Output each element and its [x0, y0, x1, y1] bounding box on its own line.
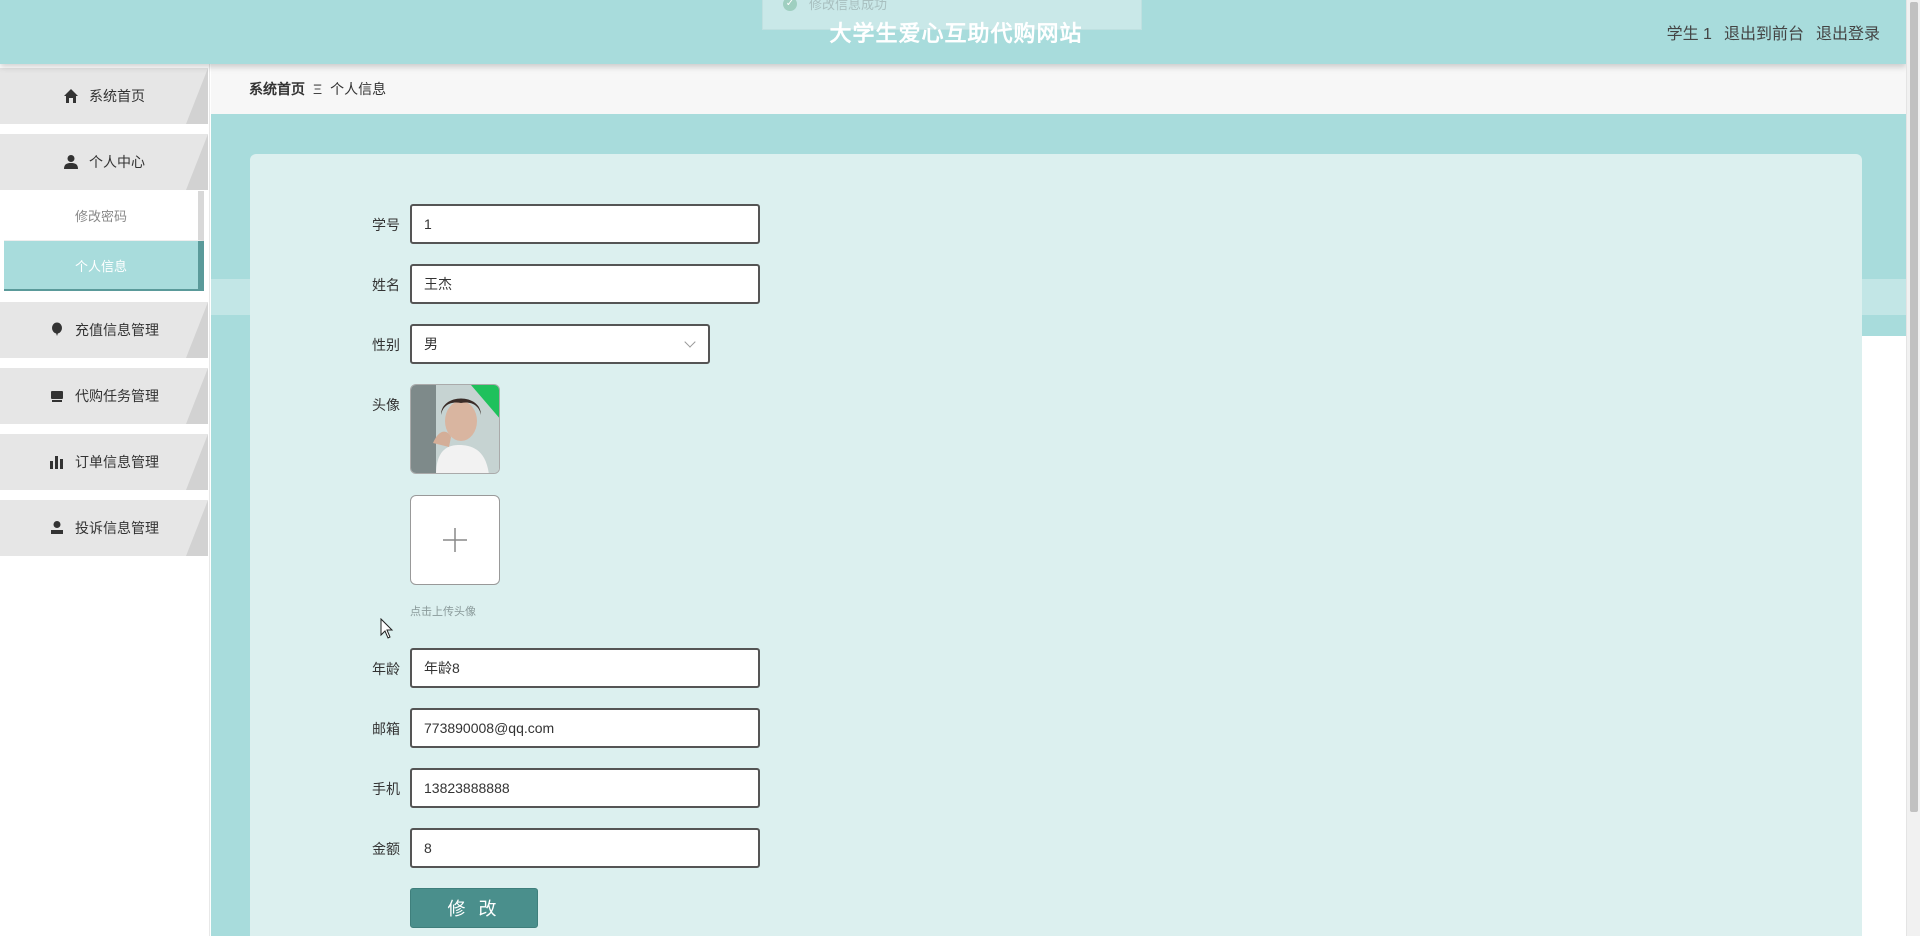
email-input[interactable]: 773890008@qq.com	[410, 708, 760, 748]
balance-label: 金额	[372, 841, 400, 857]
sidebar-subitem-label: 修改密码	[74, 209, 127, 224]
user-icon	[64, 155, 78, 169]
chevron-down-icon	[684, 336, 696, 348]
check-circle-icon: ✓	[783, 0, 797, 11]
age-label: 年龄	[372, 661, 400, 677]
breadcrumb-current: 个人信息	[330, 81, 387, 97]
sidebar-item-home[interactable]: 系统首页	[0, 68, 208, 124]
phone-input[interactable]: 13823888888	[410, 768, 760, 808]
gender-label: 性别	[372, 337, 400, 353]
avatar-image	[410, 384, 500, 474]
gender-select[interactable]: 男	[410, 324, 710, 364]
person-icon	[51, 521, 63, 534]
site-title: 大学生爱心互助代购网站	[829, 21, 1083, 46]
toast-message: 修改信息成功	[809, 0, 888, 12]
age-input[interactable]: 年龄8	[410, 648, 760, 688]
current-user: 学生 1	[1666, 26, 1712, 43]
balloon-icon	[52, 322, 62, 336]
back-to-front-link[interactable]: 退出到前台	[1724, 20, 1804, 44]
phone-label: 手机	[372, 781, 400, 797]
home-icon	[64, 89, 78, 103]
sidebar-item-orders[interactable]: 订单信息管理	[0, 434, 208, 490]
scrollbar-thumb[interactable]	[1910, 2, 1918, 812]
sidebar-item-personal-center[interactable]: 个人中心	[0, 134, 208, 190]
bar-chart-icon	[50, 456, 63, 469]
student-id-label: 学号	[372, 217, 400, 233]
avatar-label: 头像	[372, 397, 400, 413]
sidebar: 系统首页 个人中心 修改密码 个人信息 充值信息管理 代购任务管理 订单信息管理	[0, 64, 210, 936]
email-label: 邮箱	[372, 721, 400, 737]
sidebar-item-label: 订单信息管理	[75, 454, 159, 470]
name-input[interactable]: 王杰	[410, 264, 760, 304]
gender-value: 男	[424, 336, 438, 352]
sidebar-item-label: 系统首页	[89, 88, 145, 104]
sidebar-item-purchase-tasks[interactable]: 代购任务管理	[0, 368, 208, 424]
sidebar-item-complaints[interactable]: 投诉信息管理	[0, 500, 208, 556]
avatar-photo	[411, 385, 499, 473]
breadcrumb: 系统首页 Ξ 个人信息	[211, 64, 1906, 114]
breadcrumb-separator-icon: Ξ	[313, 81, 323, 97]
cart-icon	[51, 391, 63, 402]
mouse-cursor-icon	[380, 618, 394, 639]
header-user-actions: 学生 1 退出到前台 退出登录	[1667, 20, 1880, 44]
upload-hint: 点击上传头像	[410, 606, 476, 618]
sidebar-subitem-personal-info[interactable]: 个人信息	[4, 241, 204, 291]
logout-link[interactable]: 退出登录	[1816, 20, 1880, 44]
plus-icon	[443, 528, 467, 552]
name-label: 姓名	[372, 277, 400, 293]
sidebar-subitem-change-password[interactable]: 修改密码	[4, 191, 204, 241]
sidebar-item-recharge[interactable]: 充值信息管理	[0, 302, 208, 358]
sidebar-item-label: 个人中心	[89, 154, 145, 170]
breadcrumb-home[interactable]: 系统首页	[249, 79, 305, 99]
sidebar-item-label: 代购任务管理	[75, 388, 159, 404]
sidebar-item-label: 投诉信息管理	[75, 520, 159, 536]
submit-button[interactable]: 修 改	[410, 888, 538, 928]
page-scrollbar[interactable]	[1906, 0, 1920, 936]
avatar-upload-button[interactable]	[410, 495, 500, 585]
sidebar-item-label: 充值信息管理	[75, 322, 159, 338]
sidebar-subitem-label: 个人信息	[74, 258, 127, 274]
balance-input[interactable]: 8	[410, 828, 760, 868]
student-id-input[interactable]: 1	[410, 204, 760, 244]
